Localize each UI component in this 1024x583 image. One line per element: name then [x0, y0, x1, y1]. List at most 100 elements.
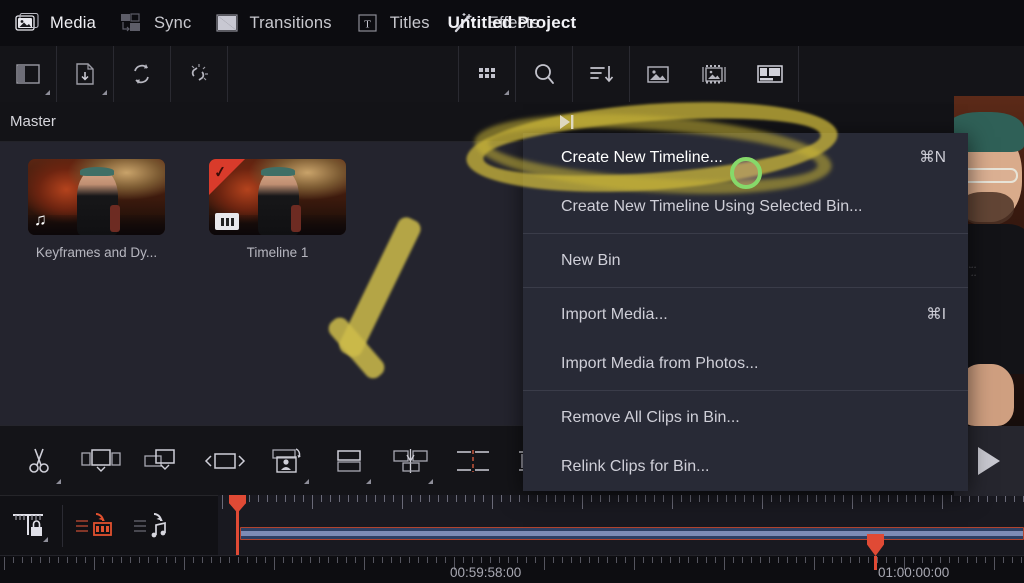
- timecode-tick: [868, 557, 869, 563]
- menu-item[interactable]: Relink Clips for Bin...: [523, 442, 968, 491]
- menu-divider: [523, 233, 968, 234]
- timecode-tick: [373, 557, 374, 563]
- menu-item-sync[interactable]: Sync: [118, 11, 204, 35]
- replace-clip-icon[interactable]: [194, 426, 256, 496]
- clip-thumbnail[interactable]: ♫: [28, 159, 165, 235]
- menu-item[interactable]: Create New Timeline Using Selected Bin..…: [523, 182, 968, 231]
- timecode-tick: [616, 557, 617, 563]
- timecode-tick: [931, 557, 932, 563]
- timecode-tick: [400, 557, 401, 563]
- play-icon[interactable]: [978, 447, 1000, 475]
- list-item[interactable]: ✓ Timeline 1: [209, 159, 346, 260]
- bin-breadcrumb-label: Master: [10, 113, 56, 130]
- ruler-tick: [816, 495, 817, 502]
- ruler-tick: [618, 495, 619, 502]
- ruler-tick: [483, 495, 484, 502]
- clip-thumbnail[interactable]: ✓: [209, 159, 346, 235]
- thumbnail-mic: [110, 205, 120, 232]
- timecode-tick: [76, 557, 77, 563]
- razor-icon[interactable]: [8, 426, 70, 496]
- ruler-tick: [789, 495, 790, 502]
- titles-icon: T: [354, 11, 382, 35]
- timeline-clip[interactable]: [240, 527, 1024, 540]
- ruler-tick: [1005, 495, 1006, 502]
- timecode-tick: [58, 557, 59, 563]
- lock-tracks-icon[interactable]: [0, 496, 58, 556]
- timecode-tick: [301, 557, 302, 563]
- thumbnail-view-icon[interactable]: [630, 46, 686, 102]
- ruler-tick: [267, 495, 268, 502]
- search-icon[interactable]: [516, 46, 572, 102]
- append-icon[interactable]: [442, 426, 504, 496]
- timecode-tick: [1003, 557, 1004, 563]
- media-pool-toolbar: Timeline 1: [0, 46, 1024, 102]
- auto-select-audio-icon[interactable]: [125, 496, 183, 556]
- timecode-tick: [418, 557, 419, 563]
- fit-to-fill-icon[interactable]: [256, 426, 318, 496]
- menu-item[interactable]: Create New Timeline...⌘N: [523, 133, 968, 182]
- overwrite-clip-icon[interactable]: [132, 426, 194, 496]
- timecode-tick: [895, 557, 896, 563]
- sort-order-icon[interactable]: [573, 46, 629, 102]
- webcam-beard: [960, 192, 1014, 226]
- thumbnail-grid-icon[interactable]: [459, 46, 515, 102]
- ruler-tick: [285, 495, 286, 502]
- menu-item-media[interactable]: Media: [14, 11, 109, 35]
- menu-item[interactable]: Import Media...⌘I: [523, 290, 968, 339]
- list-view-icon[interactable]: [742, 46, 798, 102]
- menu-item-titles[interactable]: T Titles: [354, 11, 443, 35]
- menu-item-effects[interactable]: Effects: [452, 11, 553, 35]
- timecode-ruler[interactable]: 00:59:58:00 01:00:00:00: [0, 555, 1024, 583]
- timecode-tick: [139, 557, 140, 563]
- filmstrip-view-icon[interactable]: [686, 46, 742, 102]
- ruler-tick: [807, 495, 808, 502]
- list-item[interactable]: ♫ Keyframes and Dy...: [28, 159, 165, 260]
- timecode-tick: [211, 557, 212, 563]
- timecode-tick: [985, 557, 986, 563]
- ruler-tick: [933, 495, 934, 502]
- timecode-tick: [499, 557, 500, 563]
- ruler-tick: [384, 495, 385, 502]
- ruler-tick: [852, 495, 853, 509]
- timecode-tick: [157, 557, 158, 563]
- timecode-tick: [130, 557, 131, 563]
- ripple-overwrite-icon[interactable]: [380, 426, 442, 496]
- timecode-tick: [103, 557, 104, 563]
- timecode-tick: [598, 557, 599, 563]
- context-menu[interactable]: Create New Timeline...⌘NCreate New Timel…: [523, 133, 968, 491]
- ruler-tick: [672, 495, 673, 509]
- timecode-tick: [922, 557, 923, 563]
- dropdown-corner-icon: [428, 479, 433, 484]
- timecode-tick: [967, 557, 968, 563]
- timecode-tick: [760, 557, 761, 563]
- timecode-tick: [823, 557, 824, 563]
- ruler-tick: [312, 495, 313, 509]
- timecode-tick: [166, 557, 167, 563]
- menu-item-label: Relink Clips for Bin...: [561, 458, 710, 476]
- timecode-tick: [580, 557, 581, 563]
- ruler-tick: [375, 495, 376, 502]
- ruler-tick: [366, 495, 367, 502]
- timeline-ruler[interactable]: [218, 495, 1024, 511]
- unlink-clips-icon[interactable]: [171, 46, 227, 102]
- auto-select-video-icon[interactable]: [67, 496, 125, 556]
- timecode-tick: [67, 557, 68, 563]
- menu-divider: [523, 287, 968, 288]
- place-on-top-icon[interactable]: [318, 426, 380, 496]
- timecode-tick: [841, 557, 842, 563]
- menu-item-transitions[interactable]: Transitions: [213, 11, 344, 35]
- menu-item-label: Import Media from Photos...: [561, 355, 758, 373]
- ruler-tick: [402, 495, 403, 509]
- timecode-tick: [859, 557, 860, 563]
- menu-item[interactable]: New Bin: [523, 236, 968, 285]
- timecode-tick: [40, 557, 41, 563]
- sidebar-toggle-icon[interactable]: [0, 46, 56, 102]
- ruler-tick: [357, 495, 358, 502]
- insert-clip-icon[interactable]: [70, 426, 132, 496]
- sync-clips-icon[interactable]: [114, 46, 170, 102]
- menu-item-shortcut: ⌘N: [919, 148, 946, 167]
- menu-item[interactable]: Remove All Clips in Bin...: [523, 393, 968, 442]
- timecode-tick: [22, 557, 23, 563]
- import-media-icon[interactable]: [57, 46, 113, 102]
- menu-item[interactable]: Import Media from Photos...: [523, 339, 968, 388]
